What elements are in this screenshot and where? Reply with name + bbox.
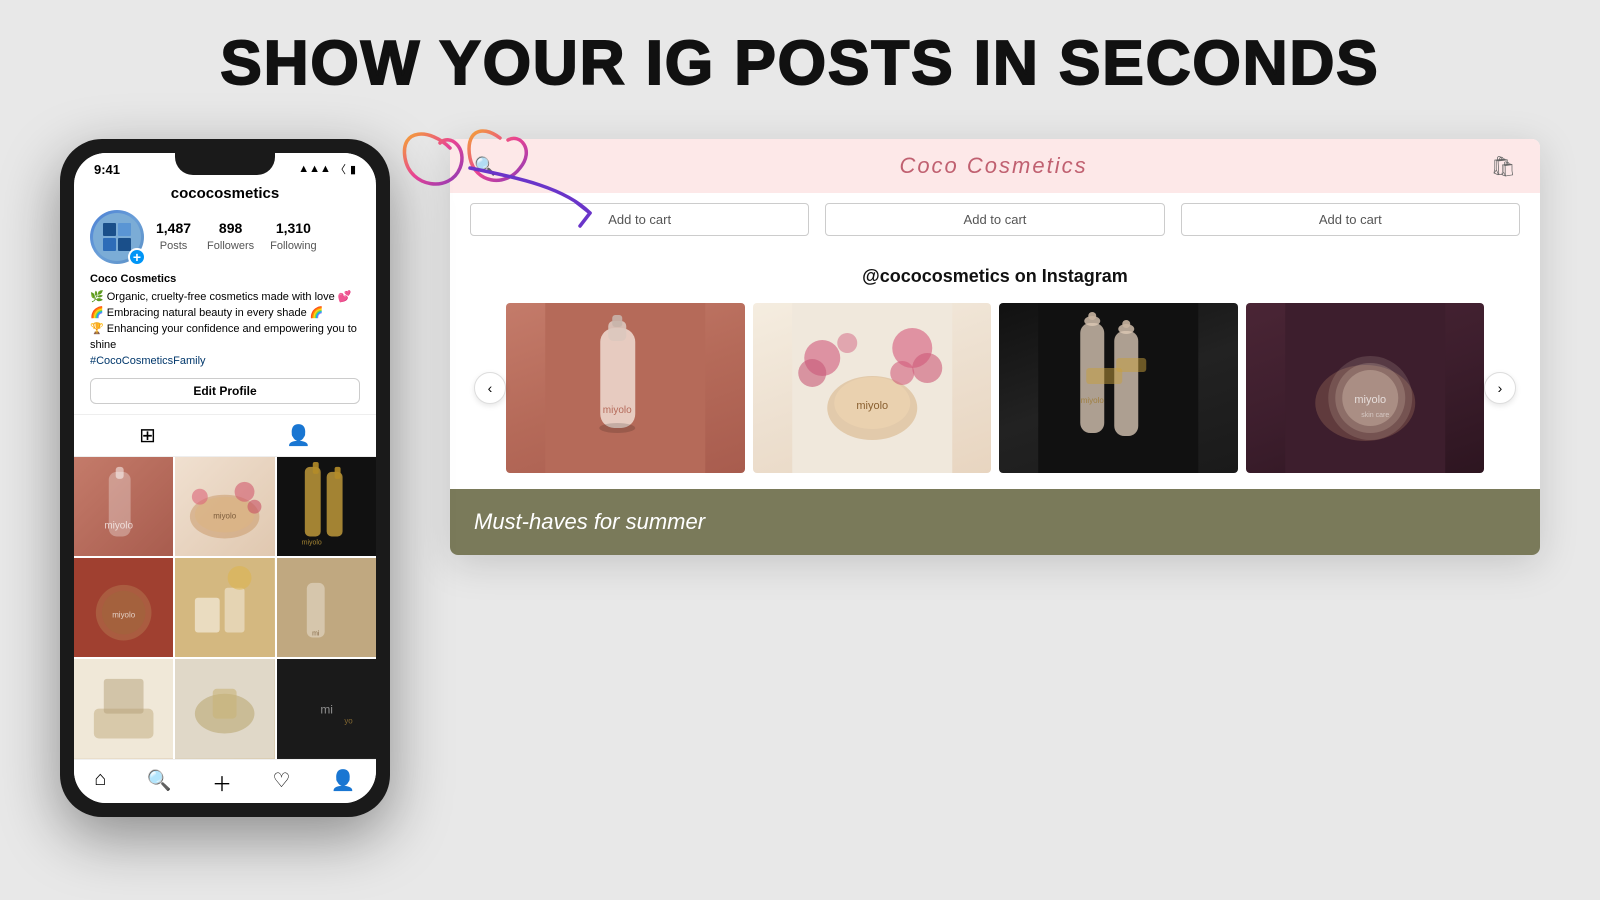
ig-view-tabs: ⊞ 👤 [74,414,376,457]
ig-browser-section: @cococosmetics on Instagram ‹ miyo [450,246,1540,489]
phone-mockup: 9:41 ▲▲▲ 〈 ▮ cococosmetics [60,139,390,817]
photo-cell-7[interactable] [74,659,173,758]
photo-cell-9[interactable]: mi yo [277,659,376,758]
carousel-image-2[interactable]: miyolo [753,303,992,473]
phone-screen: 9:41 ▲▲▲ 〈 ▮ cococosmetics [74,153,376,803]
svg-text:miyolo: miyolo [1354,394,1386,406]
carousel-image-4[interactable]: miyolo skin care [1246,303,1485,473]
avatar-tile-4 [118,238,131,251]
person-view-tab[interactable]: 👤 [286,423,311,448]
bio-line3: 🏆 Enhancing your confidence and empoweri… [90,322,360,354]
shop-title: Coco Cosmetics [899,153,1087,179]
avatar-tile-2 [118,223,131,236]
ig-username: cococosmetics [74,181,376,210]
svg-text:miyolo: miyolo [603,405,632,416]
status-time: 9:41 [94,162,120,177]
photo-cell-3[interactable]: miyolo [277,457,376,556]
main-layout: 9:41 ▲▲▲ 〈 ▮ cococosmetics [0,119,1600,817]
followers-label: Followers [207,240,254,252]
bio-name: Coco Cosmetics [90,272,360,288]
svg-text:miyolo: miyolo [112,611,136,620]
svg-text:miyolo: miyolo [856,400,888,412]
products-bar: Add to cart Add to cart Add to cart [450,193,1540,246]
phone-frame: 9:41 ▲▲▲ 〈 ▮ cococosmetics [60,139,390,817]
nav-profile-icon[interactable]: 👤 [331,768,356,797]
avatar-grid [103,223,131,251]
ig-stat-following: 1,310 Following [270,220,316,254]
svg-text:skin care: skin care [1361,412,1389,419]
avatar-tile-1 [103,223,116,236]
photo-cell-4[interactable]: miyolo [74,558,173,657]
ig-stat-followers: 898 Followers [207,220,254,254]
browser-window: 🔍 Coco Cosmetics 🛍 Add to cart Add to ca… [450,139,1540,555]
photo-cell-1[interactable]: miyolo [74,457,173,556]
carousel-images: miyolo miyolo [506,303,1484,473]
ig-profile-row: + 1,487 Posts 898 Followers 1,3 [74,210,376,272]
add-to-cart-button-3[interactable]: Add to cart [1181,203,1520,236]
nav-home-icon[interactable]: ⌂ [94,768,106,797]
grid-view-tab[interactable]: ⊞ [139,423,156,448]
ig-avatar: + [90,210,144,264]
carousel-prev-button[interactable]: ‹ [474,372,506,404]
carousel-next-button[interactable]: › [1484,372,1516,404]
status-icons: ▲▲▲ 〈 ▮ [298,161,356,177]
photo-cell-5[interactable] [175,558,274,657]
bio-hashtag: #CocoCosmeticsFamily [90,354,360,370]
svg-text:miyolo: miyolo [301,539,321,546]
following-label: Following [270,240,316,252]
nav-heart-icon[interactable]: ♡ [272,768,290,797]
bio-line2: 🌈 Embracing natural beauty in every shad… [90,306,360,322]
svg-text:miyolo: miyolo [1081,396,1105,405]
phone-bottom-nav: ⌂ 🔍 ＋ ♡ 👤 [74,759,376,803]
ig-section-title: @cococosmetics on Instagram [474,266,1516,287]
avatar-tile-3 [103,238,116,251]
edit-profile-button[interactable]: Edit Profile [90,378,360,404]
shop-search-icon[interactable]: 🔍 [474,156,496,177]
photo-cell-6[interactable]: mi [277,558,376,657]
shop-header: 🔍 Coco Cosmetics 🛍 [450,139,1540,193]
nav-search-icon[interactable]: 🔍 [147,768,172,797]
phone-notch [175,153,275,175]
svg-text:yo: yo [344,717,353,726]
posts-label: Posts [160,240,188,252]
browser-area: 🔍 Coco Cosmetics 🛍 Add to cart Add to ca… [450,139,1540,555]
photo-cell-8[interactable] [175,659,274,758]
photo-cell-2[interactable]: miyolo [175,457,274,556]
avatar-plus-button[interactable]: + [128,248,146,266]
svg-text:miyolo: miyolo [214,511,238,520]
svg-text:mi: mi [312,630,320,637]
posts-count: 1,487 [156,220,191,236]
followers-count: 898 [207,220,254,236]
carousel-image-3[interactable]: miyolo [999,303,1238,473]
ig-bio: Coco Cosmetics 🌿 Organic, cruelty-free c… [74,272,376,378]
page-headline: SHOW YOUR IG POSTS IN SECONDS [0,0,1600,119]
must-haves-section: Must-haves for summer [450,489,1540,555]
wifi-icon: 〈 [335,161,346,177]
bio-line1: 🌿 Organic, cruelty-free cosmetics made w… [90,290,360,306]
nav-plus-icon[interactable]: ＋ [212,768,232,797]
svg-text:mi: mi [320,703,333,717]
svg-text:miyolo: miyolo [104,520,133,531]
shop-cart-icon[interactable]: 🛍 [1491,154,1516,179]
must-haves-title: Must-haves for summer [474,509,1516,535]
add-to-cart-button-1[interactable]: Add to cart [470,203,809,236]
photo-grid: miyolo miyolo miyolo miyolo m [74,457,376,759]
carousel-image-1[interactable]: miyolo [506,303,745,473]
battery-icon: ▮ [350,163,356,176]
signal-icon: ▲▲▲ [298,163,331,175]
ig-stats-row: 1,487 Posts 898 Followers 1,310 Followin… [156,220,317,254]
following-count: 1,310 [270,220,316,236]
ig-carousel: ‹ miyolo [474,303,1516,473]
ig-stat-posts: 1,487 Posts [156,220,191,254]
add-to-cart-button-2[interactable]: Add to cart [825,203,1164,236]
